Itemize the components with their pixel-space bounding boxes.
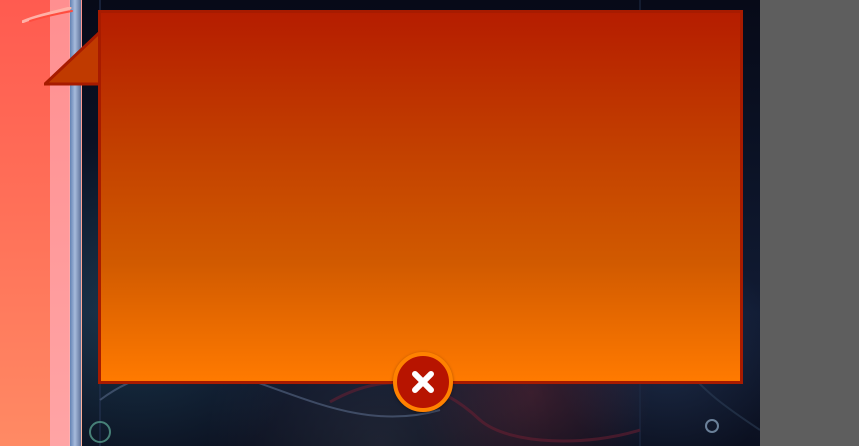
screen bbox=[0, 0, 859, 446]
close-icon bbox=[412, 371, 434, 393]
dialog-popup bbox=[44, 10, 747, 388]
right-gray-area bbox=[760, 0, 859, 446]
game-view bbox=[0, 0, 760, 446]
close-button[interactable] bbox=[393, 352, 453, 412]
dialog-panel bbox=[98, 10, 743, 384]
